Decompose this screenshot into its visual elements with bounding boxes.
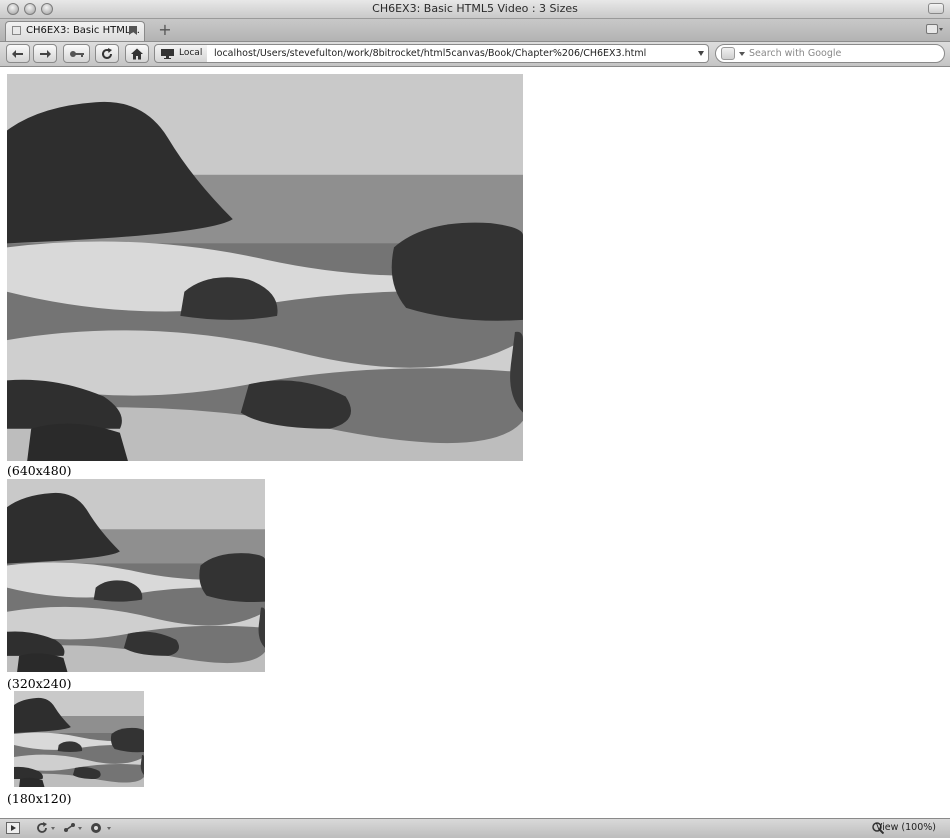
history-dropdown-icon[interactable] (698, 51, 704, 56)
share-icon[interactable] (63, 822, 83, 834)
forward-button[interactable] (33, 44, 57, 63)
video-640x480[interactable] (7, 74, 523, 461)
add-tab-icon[interactable]: + (158, 22, 172, 38)
tab-list-icon[interactable] (926, 24, 944, 34)
forward-icon (40, 49, 51, 58)
tab-label: CH6EX3: Basic HTML... (26, 25, 140, 36)
location-label: Local (179, 48, 203, 58)
page-favicon-icon (12, 26, 21, 35)
window-title: CH6EX3: Basic HTML5 Video : 3 Sizes (372, 2, 578, 15)
back-icon (12, 49, 23, 58)
bookmark-icon[interactable] (128, 25, 139, 36)
video-caption: (180x120) (7, 791, 72, 806)
search-placeholder: Search with Google (749, 48, 842, 59)
reload-button[interactable] (95, 44, 119, 63)
navigation-toolbar: Local localhost/Users/stevefulton/work/8… (0, 42, 950, 67)
addon-icon[interactable] (90, 822, 114, 834)
video-caption: (320x240) (7, 676, 72, 691)
sync-icon[interactable] (36, 822, 56, 834)
video-180x120[interactable] (14, 691, 144, 787)
play-toggle-icon[interactable] (6, 822, 20, 834)
monitor-icon (161, 49, 174, 59)
home-button[interactable] (125, 44, 149, 63)
video-320x240[interactable] (7, 479, 265, 672)
status-bar: View (100%) (0, 818, 950, 838)
home-icon (131, 48, 143, 59)
reload-icon (102, 47, 112, 59)
chevron-down-icon[interactable] (739, 52, 745, 56)
toolbar-toggle-button[interactable] (928, 3, 944, 14)
site-identity-button[interactable]: Local (154, 44, 208, 63)
video-caption: (640x480) (7, 463, 72, 478)
search-field[interactable]: Search with Google (715, 44, 945, 63)
back-button[interactable] (6, 44, 30, 63)
tab-ch6ex3[interactable]: CH6EX3: Basic HTML... (5, 21, 145, 41)
tab-strip: CH6EX3: Basic HTML... + (0, 19, 950, 42)
url-field[interactable]: localhost/Users/stevefulton/work/8bitroc… (207, 44, 709, 63)
password-button[interactable] (63, 44, 90, 63)
url-text: localhost/Users/stevefulton/work/8bitroc… (214, 48, 647, 59)
window-titlebar: CH6EX3: Basic HTML5 Video : 3 Sizes (0, 0, 950, 19)
key-icon (69, 50, 84, 57)
page-content: (640x480) (320x240) (180x120) (0, 67, 950, 818)
search-engine-icon[interactable] (721, 47, 735, 60)
zoom-level-label[interactable]: View (100%) (876, 822, 936, 833)
